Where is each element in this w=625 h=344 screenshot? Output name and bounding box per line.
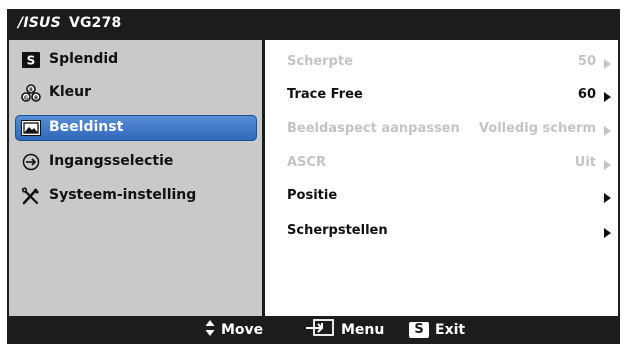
tools-icon	[21, 187, 41, 205]
footer-move-label: Move	[221, 322, 264, 338]
footer-menu-hint[interactable]: Menu	[305, 319, 385, 341]
setting-positie[interactable]: Positie	[287, 185, 617, 207]
setting-label: Beeldaspect aanpassen	[287, 121, 460, 136]
setting-value: Volledig scherm	[478, 121, 596, 136]
setting-label: ASCR	[287, 155, 326, 170]
menu-item-label: Splendid	[49, 51, 119, 67]
menu-item-splendid[interactable]: S Splendid	[15, 47, 257, 73]
osd-footer: Move Menu S Exit	[7, 316, 620, 344]
footer-menu-label: Menu	[341, 322, 385, 338]
exit-s-key-icon: S	[409, 322, 429, 338]
osd-window: /ISUS VG278 S Splendid RGB Kleur Beeldin…	[7, 9, 620, 344]
footer-move-hint[interactable]: Move	[205, 320, 263, 340]
brand-title: /ISUS VG278	[18, 15, 122, 31]
setting-value: 60	[577, 87, 596, 102]
setting-label: Scherpte	[287, 54, 353, 69]
input-arrow-icon	[21, 153, 41, 171]
menu-enter-icon	[305, 319, 335, 341]
menu-item-ingangsselectie[interactable]: Ingangsselectie	[15, 149, 257, 175]
svg-text:S: S	[27, 54, 36, 68]
svg-text:R: R	[29, 88, 33, 94]
menu-item-beeldinst[interactable]: Beeldinst	[15, 115, 257, 141]
menu-item-label: Kleur	[49, 84, 92, 100]
setting-beeldaspect-aanpassen[interactable]: Beeldaspect aanpassen Volledig scherm	[287, 118, 617, 140]
footer-exit-hint[interactable]: S Exit	[409, 320, 465, 340]
setting-label: Trace Free	[287, 87, 363, 102]
setting-label: Positie	[287, 188, 338, 203]
settings-panel: Scherpte 50 Trace Free 60 Beeldaspect aa…	[265, 40, 618, 316]
asus-logo: /ISUS	[18, 15, 61, 31]
color-palette-icon: RGB	[21, 84, 41, 102]
menu-item-label: Systeem-instelling	[49, 187, 197, 203]
arrow-right-icon	[604, 193, 611, 203]
setting-value: Uit	[574, 155, 596, 170]
menu-item-label: Ingangsselectie	[49, 153, 174, 169]
up-down-arrows-icon	[205, 319, 215, 341]
svg-text:B: B	[34, 96, 38, 102]
arrow-right-icon	[604, 160, 611, 170]
splendid-s-icon: S	[21, 51, 41, 69]
menu-item-label: Beeldinst	[49, 119, 124, 135]
menu-item-kleur[interactable]: RGB Kleur	[15, 80, 257, 106]
osd-header: /ISUS VG278	[7, 9, 620, 40]
footer-exit-label: Exit	[435, 322, 466, 338]
svg-text:G: G	[24, 96, 28, 102]
setting-value: 50	[577, 54, 596, 69]
arrow-right-icon	[604, 228, 611, 238]
model-name: VG278	[68, 15, 122, 31]
setting-scherpstellen[interactable]: Scherpstellen	[287, 220, 617, 242]
arrow-right-icon	[604, 126, 611, 136]
main-menu: S Splendid RGB Kleur Beeldinst Ingangsse…	[9, 40, 262, 316]
picture-icon	[21, 119, 41, 137]
setting-ascr[interactable]: ASCR Uit	[287, 152, 617, 174]
arrow-right-icon	[604, 92, 611, 102]
menu-item-systeem-instelling[interactable]: Systeem-instelling	[15, 183, 257, 209]
arrow-right-icon	[604, 59, 611, 69]
setting-label: Scherpstellen	[287, 223, 388, 238]
setting-trace-free[interactable]: Trace Free 60	[287, 84, 617, 106]
setting-scherpte[interactable]: Scherpte 50	[287, 51, 617, 73]
